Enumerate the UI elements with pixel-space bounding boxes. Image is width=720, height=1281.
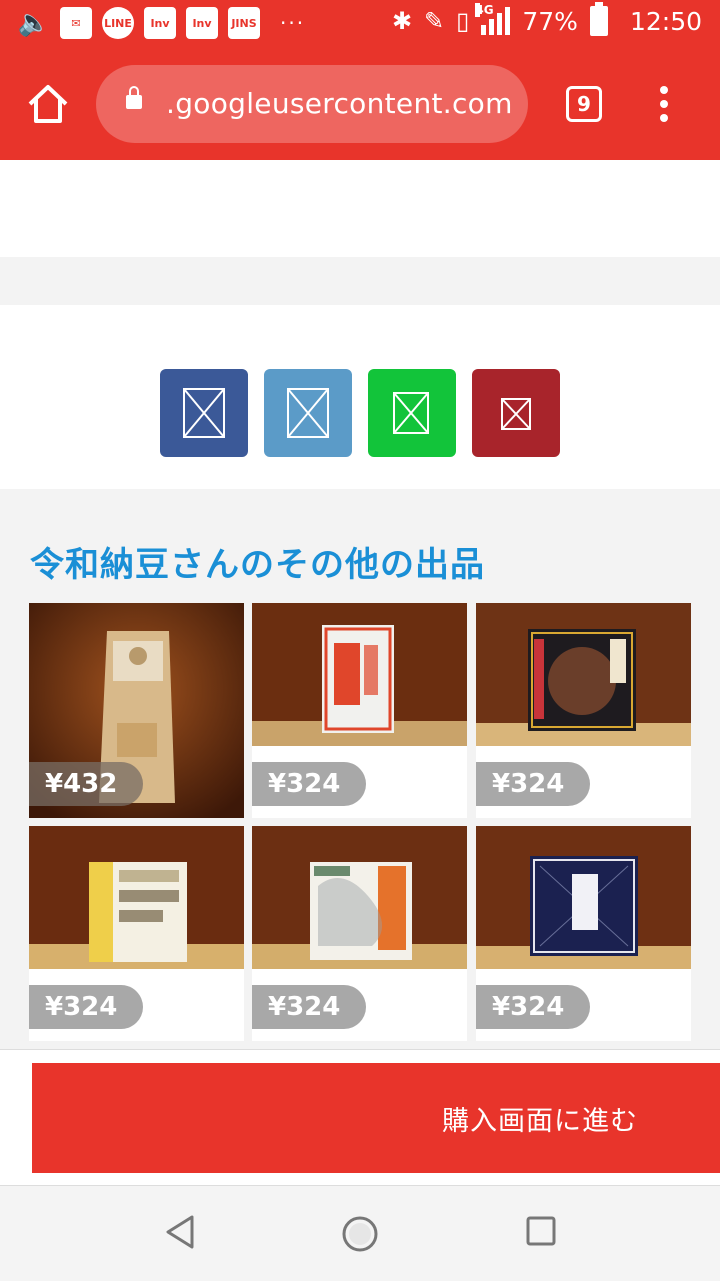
product-photo[interactable] xyxy=(476,826,691,969)
tab-count: 9 xyxy=(577,92,591,116)
browser-toolbar: .googleusercontent.com 9 xyxy=(0,50,720,160)
back-icon[interactable] xyxy=(164,1214,196,1250)
inv-label: Inv xyxy=(192,16,212,30)
inv-icon: Inv xyxy=(186,7,218,39)
product-card[interactable]: ¥324 xyxy=(29,826,244,1041)
product-photo[interactable] xyxy=(29,826,244,969)
overflow-dots: ··· xyxy=(280,11,306,35)
share-twitter-button[interactable] xyxy=(264,369,352,457)
product-photo[interactable] xyxy=(252,826,467,969)
jins-label: JINS xyxy=(231,16,257,30)
lock-icon xyxy=(126,86,142,109)
bluetooth-icon: ✱ xyxy=(391,7,413,35)
battery-percent: 77% xyxy=(522,6,578,36)
product-price: ¥324 xyxy=(476,762,591,806)
purchase-button-label: 購入画面に進む xyxy=(442,1106,638,1137)
product-card[interactable]: ¥324 xyxy=(252,826,467,1041)
vibrate-icon: ▯ xyxy=(456,7,470,35)
section-title: 令和納豆さんのその他の出品 xyxy=(30,545,485,585)
proceed-to-purchase-button[interactable]: 購入画面に進む xyxy=(32,1063,720,1173)
product-card[interactable]: ¥324 xyxy=(476,826,691,1041)
broken-image-icon xyxy=(287,388,329,438)
share-line-button[interactable] xyxy=(368,369,456,457)
nfc-icon: ✎ xyxy=(424,7,445,35)
product-card[interactable]: ¥324 xyxy=(476,603,691,818)
url-bar[interactable]: .googleusercontent.com xyxy=(96,65,528,143)
recents-icon[interactable] xyxy=(524,1214,558,1248)
purchase-bar: 購入画面に進む xyxy=(0,1049,720,1186)
au-mail-icon: ✉ xyxy=(60,7,92,39)
speaker-icon: 🔈 xyxy=(17,8,51,38)
jins-icon: JINS xyxy=(228,7,260,39)
product-photo[interactable] xyxy=(252,603,467,746)
url-text[interactable]: .googleusercontent.com xyxy=(166,85,513,123)
broken-image-icon xyxy=(501,398,531,430)
inv-label: Inv xyxy=(150,16,170,30)
network-type: 4G xyxy=(475,3,494,17)
tab-switcher-button[interactable]: 9 xyxy=(566,86,602,122)
product-price: ¥324 xyxy=(476,985,591,1029)
system-nav-bar xyxy=(0,1185,720,1281)
product-price: ¥324 xyxy=(252,985,367,1029)
line-icon: LINE xyxy=(102,7,134,39)
share-hatena-button[interactable] xyxy=(472,369,560,457)
share-bar xyxy=(0,305,720,489)
other-listings-section: 令和納豆さんのその他の出品 ¥432 ¥324 ¥324 ¥324 ¥324 ¥… xyxy=(0,489,720,1049)
clock: 12:50 xyxy=(629,6,702,36)
broken-image-icon xyxy=(183,388,225,438)
product-card[interactable]: ¥432 xyxy=(29,603,244,818)
product-photo[interactable] xyxy=(476,603,691,746)
share-facebook-button[interactable] xyxy=(160,369,248,457)
inv-icon: Inv xyxy=(144,7,176,39)
product-price: ¥324 xyxy=(29,985,144,1029)
status-bar: 🔈 ✉ LINE Inv Inv JINS ··· ✱ ✎ ▯ 4G 77% 1… xyxy=(0,0,720,50)
line-label: LINE xyxy=(104,16,132,30)
divider xyxy=(0,257,720,305)
broken-image-icon xyxy=(393,392,429,434)
content-block xyxy=(0,160,720,257)
home-icon[interactable] xyxy=(24,80,72,128)
product-price: ¥432 xyxy=(29,762,144,806)
product-price: ¥324 xyxy=(252,762,367,806)
signal-icon: 4G xyxy=(475,3,511,35)
product-card[interactable]: ¥324 xyxy=(252,603,467,818)
battery-icon xyxy=(589,2,608,36)
overflow-menu-icon[interactable] xyxy=(656,86,672,126)
home-nav-icon[interactable] xyxy=(340,1214,380,1254)
